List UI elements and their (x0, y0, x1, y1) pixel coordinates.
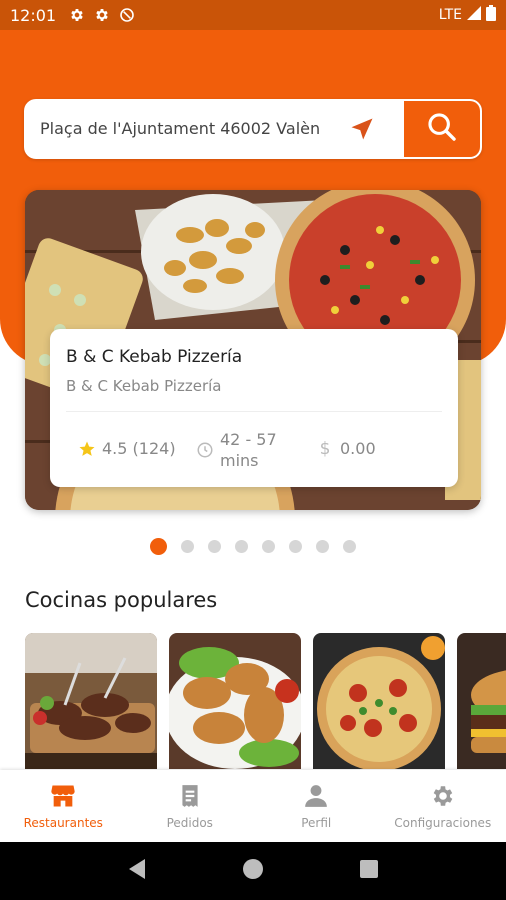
delivery-time-value: 42 - 57 mins (220, 430, 277, 470)
search-icon (425, 110, 459, 148)
carousel-dot-3[interactable] (208, 540, 221, 553)
star-icon (78, 440, 96, 458)
popular-cuisines-title: Cocinas populares (25, 588, 218, 612)
cuisine-card-fried-chicken[interactable] (169, 633, 301, 769)
dollar-icon: $ (319, 438, 331, 459)
divider (66, 411, 442, 412)
carousel-dot-2[interactable] (181, 540, 194, 553)
bottom-navigation: Restaurantes Pedidos Perfil Configuracio… (0, 770, 506, 842)
restaurant-subtitle: B & C Kebab Pizzería (66, 377, 222, 395)
carousel-dot-4[interactable] (235, 540, 248, 553)
pizza-photo (313, 633, 445, 769)
burger-photo (457, 633, 506, 769)
carousel-dot-7[interactable] (316, 540, 329, 553)
network-type: LTE (438, 7, 462, 23)
app-screen: 12:01 LTE Plaça de l'Ajuntament 46002 Va… (0, 0, 506, 900)
nav-item-perfil[interactable]: Perfil (253, 770, 380, 842)
restaurant-name: B & C Kebab Pizzería (66, 347, 243, 367)
home-icon[interactable] (242, 858, 264, 884)
gear-icon (429, 782, 457, 810)
cuisine-card-burger[interactable] (457, 633, 506, 769)
back-icon[interactable] (127, 858, 147, 884)
status-bar: 12:01 LTE (0, 0, 506, 30)
nav-item-pedidos[interactable]: Pedidos (127, 770, 254, 842)
settings-notification-icon-2 (93, 7, 110, 24)
rating-stat: 4.5 (124) (78, 439, 176, 458)
status-time: 12:01 (10, 5, 57, 25)
nav-item-restaurantes[interactable]: Restaurantes (0, 770, 127, 842)
delivery-fee-stat: $ 0.00 (316, 438, 376, 459)
system-navigation-bar (0, 842, 506, 900)
recents-icon[interactable] (359, 859, 379, 883)
rating-value: 4.5 (124) (102, 439, 176, 458)
battery-icon (486, 5, 496, 25)
signal-icon (467, 6, 481, 24)
carousel-dot-1[interactable] (150, 538, 167, 555)
delivery-fee-value: 0.00 (340, 439, 376, 458)
nav-label-configuraciones: Configuraciones (394, 816, 492, 830)
search-button[interactable] (404, 101, 480, 157)
nav-label-perfil: Perfil (301, 816, 332, 830)
popular-cuisines-list (25, 633, 506, 769)
settings-notification-icon (68, 7, 85, 24)
receipt-icon (176, 782, 204, 810)
nav-label-pedidos: Pedidos (166, 816, 213, 830)
address-search-bar[interactable]: Plaça de l'Ajuntament 46002 Valèn (24, 99, 482, 159)
carousel-indicator (150, 538, 356, 555)
delivery-time-stat: 42 - 57 mins (196, 429, 290, 471)
clock-icon (196, 441, 214, 459)
carousel-dot-6[interactable] (289, 540, 302, 553)
nav-item-configuraciones[interactable]: Configuraciones (380, 770, 506, 842)
nav-label-restaurantes: Restaurantes (23, 816, 103, 830)
cuisine-card-grilled-meat[interactable] (25, 633, 157, 769)
navigation-arrow-icon[interactable] (348, 115, 376, 143)
store-icon (49, 782, 77, 810)
address-input[interactable]: Plaça de l'Ajuntament 46002 Valèn (40, 101, 340, 157)
grilled-meat-photo (25, 633, 157, 769)
data-saver-icon (118, 7, 135, 24)
fried-chicken-photo (169, 633, 301, 769)
carousel-dot-8[interactable] (343, 540, 356, 553)
carousel-dot-5[interactable] (262, 540, 275, 553)
cuisine-card-pizza[interactable] (313, 633, 445, 769)
person-icon (302, 782, 330, 810)
restaurant-info-card[interactable]: B & C Kebab Pizzería B & C Kebab Pizzerí… (50, 329, 458, 487)
